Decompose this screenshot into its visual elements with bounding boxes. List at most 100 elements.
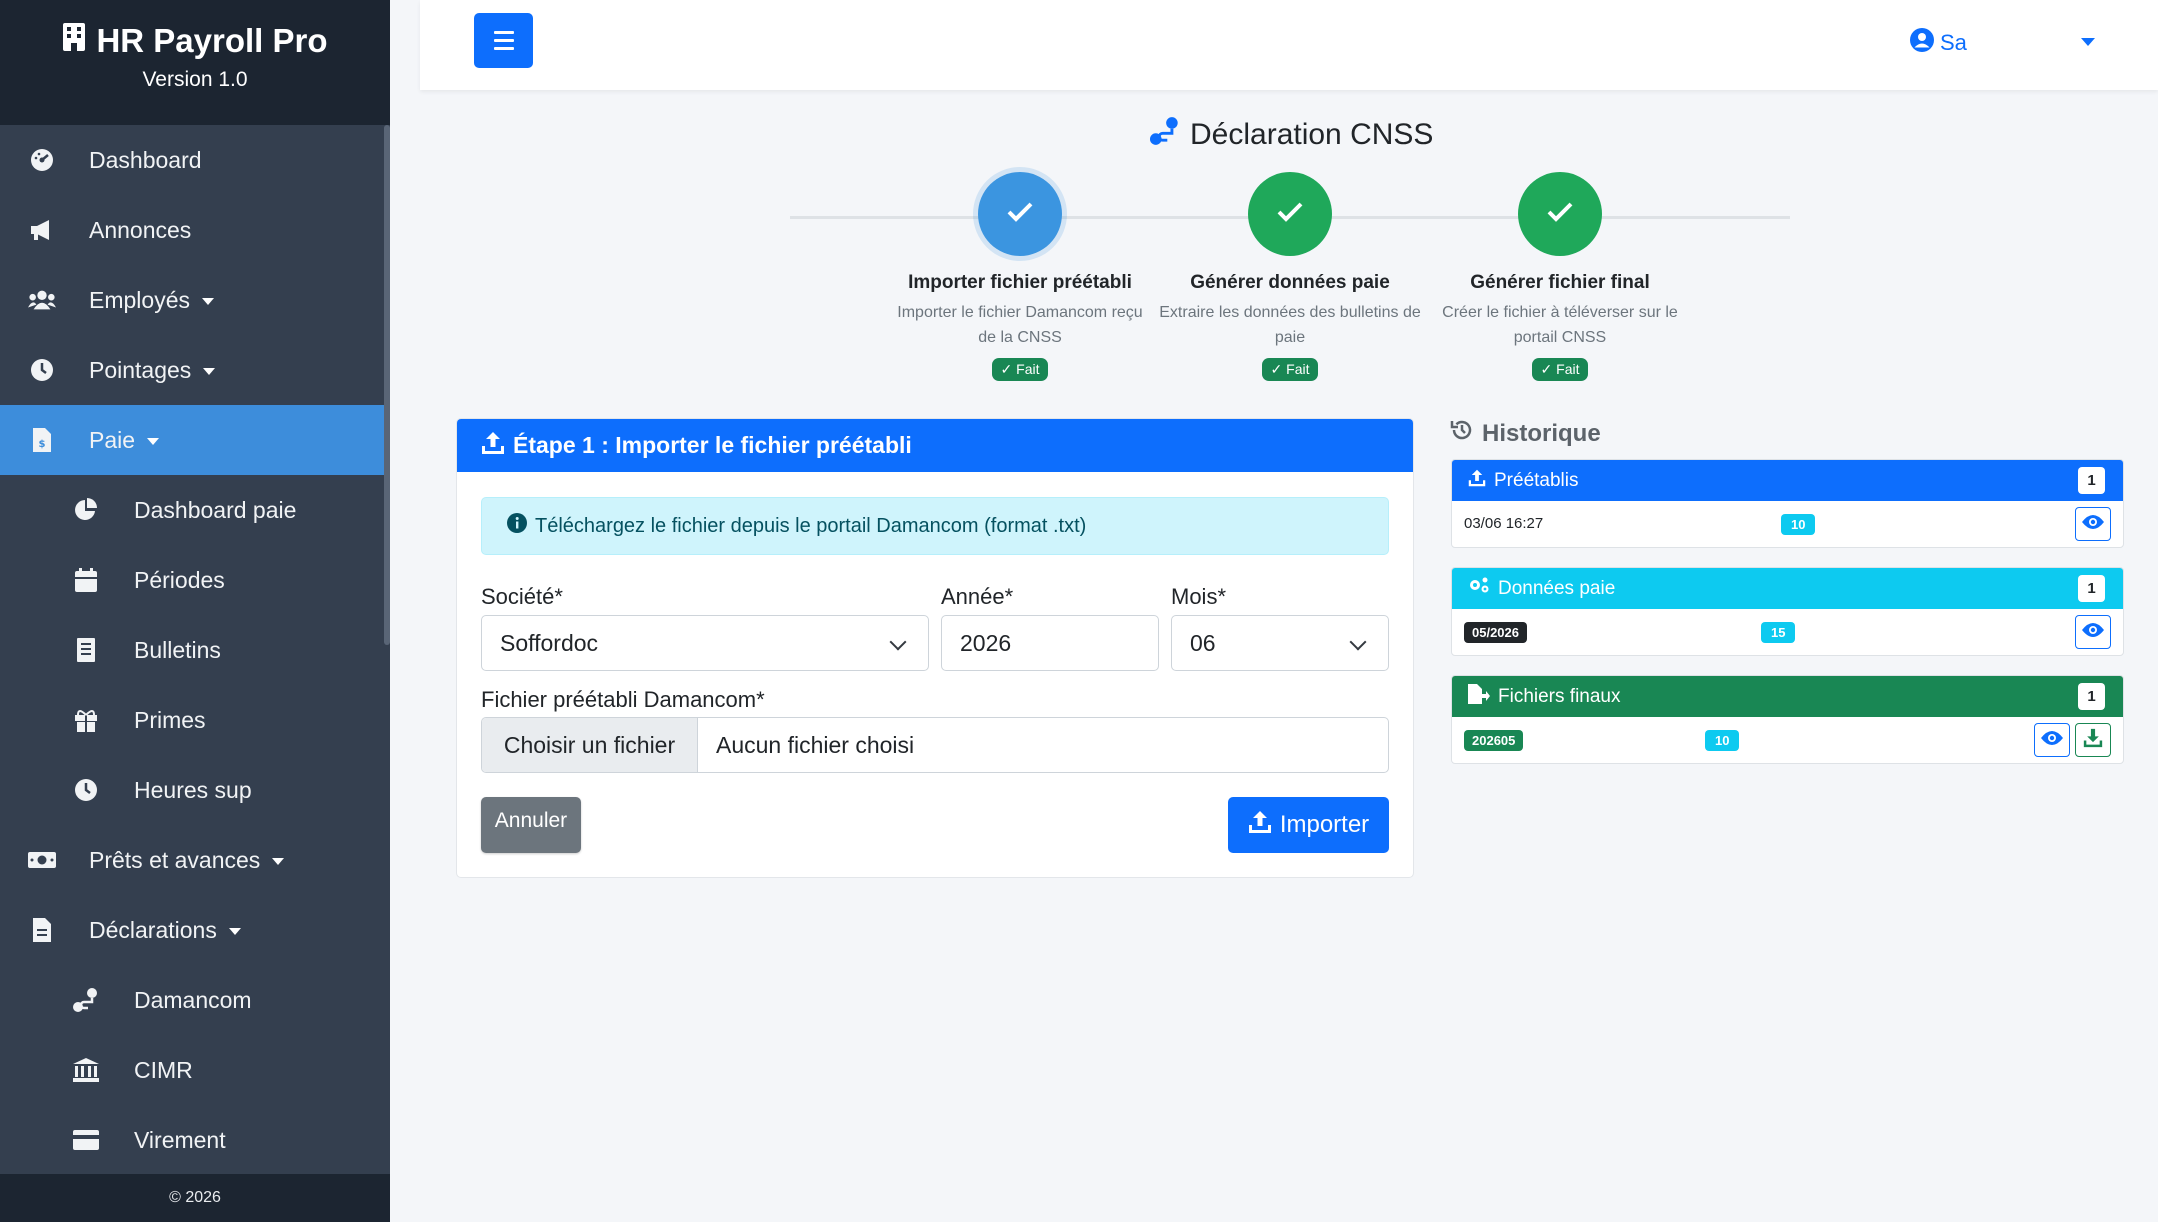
receipt-icon <box>72 636 100 664</box>
choose-file-button[interactable]: Choisir un fichier <box>482 718 698 772</box>
step-3: Générer fichier final Créer le fichier à… <box>1425 172 1695 381</box>
eye-icon <box>2081 514 2105 534</box>
megaphone-icon <box>28 216 56 244</box>
file-export-icon <box>1468 683 1490 710</box>
page-title: Déclaration CNSS <box>1190 118 1434 151</box>
list-item: 202605 10 <box>1452 717 2123 763</box>
step-1: Importer fichier préétabli Importer le f… <box>885 172 1155 381</box>
chevron-down-icon <box>147 437 160 445</box>
check-icon <box>1276 201 1304 228</box>
step-desc-line: portail CNSS <box>1513 329 1607 346</box>
step-title: Générer fichier final <box>1470 272 1650 293</box>
sidebar-item-periodes[interactable]: Périodes <box>0 545 384 615</box>
history-title-row: Historique <box>1450 418 1601 449</box>
status-badge: ✓ Fait <box>991 358 1049 381</box>
page-title-row: Déclaration CNSS <box>1150 116 1433 154</box>
status-badge: ✓ Fait <box>1531 358 1589 381</box>
view-button[interactable] <box>2034 723 2070 757</box>
step-desc-line: Importer le fichier Damancom reçu <box>897 304 1143 321</box>
user-circle-icon <box>1910 28 1934 58</box>
history-fichiers-finaux: Fichiers finaux 1 202605 10 <box>1451 675 2124 764</box>
sidebar-item-label: Déclarations <box>89 916 217 943</box>
sidebar-item-declarations[interactable]: Déclarations <box>0 895 384 965</box>
menu-toggle-button[interactable] <box>474 13 533 68</box>
view-button[interactable] <box>2075 507 2111 541</box>
mois-select[interactable]: 06 <box>1171 615 1389 671</box>
sidebar-item-primes[interactable]: Primes <box>0 685 384 755</box>
sidebar: HR Payroll Pro Version 1.0 Dashboard Ann… <box>0 0 390 1222</box>
sidebar-item-label: Annonces <box>89 216 192 243</box>
card-icon <box>72 1126 100 1154</box>
step-desc-line: Extraire les données des bulletins de <box>1159 304 1421 321</box>
annee-input[interactable]: 2026 <box>941 615 1159 671</box>
dashboard-icon <box>28 146 56 174</box>
history-box-title: Préétablis <box>1494 469 1579 491</box>
view-button[interactable] <box>2075 615 2111 649</box>
chevron-down-icon[interactable] <box>2081 38 2095 46</box>
import-label: Importer <box>1279 811 1370 838</box>
step-description: Importer le fichier Damancom reçu de la C… <box>885 300 1155 350</box>
step-circle <box>1248 172 1332 256</box>
sidebar-item-dashboard[interactable]: Dashboard <box>0 125 384 195</box>
gift-icon <box>72 706 100 734</box>
topbar: Sa <box>420 0 2158 90</box>
sidebar-item-paie[interactable]: $ Paie <box>0 405 384 475</box>
chevron-down-icon <box>1349 633 1367 651</box>
status-badge: ✓ Fait <box>1261 358 1319 381</box>
file-name: Aucun fichier choisi <box>716 731 915 758</box>
history-date: 03/06 16:27 <box>1464 515 1544 532</box>
sidebar-item-employes[interactable]: Employés <box>0 265 384 335</box>
file-input[interactable]: Choisir un fichier Aucun fichier choisi <box>481 717 1389 773</box>
sidebar-item-label-wrap: Paie <box>89 427 160 454</box>
history-title: Historique <box>1482 419 1601 447</box>
sidebar-item-damancom[interactable]: Damancom <box>0 965 384 1035</box>
sidebar-item-label: Virement <box>134 1126 226 1153</box>
sidebar-item-label: Bulletins <box>134 636 221 663</box>
sidebar-item-label: Employés <box>89 286 190 313</box>
chevron-down-icon <box>272 857 285 865</box>
gears-icon <box>1468 577 1490 601</box>
step-description: Extraire les données des bulletins de pai… <box>1155 300 1425 350</box>
step-2: Générer données paie Extraire les donnée… <box>1155 172 1425 381</box>
card-header: Étape 1 : Importer le fichier préétabli <box>457 419 1413 472</box>
societe-label: Société* <box>481 584 563 609</box>
sidebar-item-prets[interactable]: Prêts et avances <box>0 825 384 895</box>
info-icon <box>507 513 527 539</box>
sidebar-item-cimr[interactable]: CIMR <box>0 1035 384 1105</box>
chevron-down-icon <box>201 297 214 305</box>
download-button[interactable] <box>2075 723 2111 757</box>
annee-label: Année* <box>941 584 1014 609</box>
history-box-title: Fichiers finaux <box>1498 685 1621 707</box>
sidebar-item-bulletins[interactable]: Bulletins <box>0 615 384 685</box>
sidebar-item-label: Heures sup <box>134 776 252 803</box>
societe-select[interactable]: Soffordoc <box>481 615 929 671</box>
sidebar-item-label-wrap: Prêts et avances <box>89 847 285 874</box>
sidebar-item-dashboard-paie[interactable]: Dashboard paie <box>0 475 384 545</box>
sidebar-item-label: Dashboard <box>89 146 202 173</box>
import-button[interactable]: Importer <box>1228 797 1389 853</box>
menu-bar <box>493 31 514 34</box>
sidebar-item-virement[interactable]: Virement <box>0 1105 384 1174</box>
list-item: 03/06 16:27 10 <box>1452 501 2123 547</box>
step-title: Générer données paie <box>1190 272 1390 293</box>
file-icon <box>28 916 56 944</box>
sidebar-item-label-wrap: Déclarations <box>89 917 241 944</box>
history-box-title: Données paie <box>1498 577 1616 599</box>
step-desc-line: Créer le fichier à téléverser sur le <box>1442 304 1678 321</box>
sidebar-item-label: Dashboard paie <box>134 496 297 523</box>
pie-chart-icon <box>72 496 100 524</box>
sidebar-item-pointages[interactable]: Pointages <box>0 335 384 405</box>
sidebar-scrollbar[interactable] <box>384 125 390 645</box>
sidebar-item-label: Primes <box>134 706 206 733</box>
menu-bar <box>493 47 514 50</box>
check-icon <box>1006 201 1034 228</box>
history-header: Préétablis 1 <box>1452 460 2123 501</box>
step-desc-line: de la CNSS <box>978 329 1062 346</box>
building-icon <box>62 22 86 60</box>
cancel-button[interactable]: Annuler <box>481 797 581 853</box>
user-menu[interactable]: Sa <box>1910 28 1967 58</box>
sidebar-item-annonces[interactable]: Annonces <box>0 195 384 265</box>
sidebar-item-heures-sup[interactable]: Heures sup <box>0 755 384 825</box>
step-desc-line: paie <box>1274 329 1306 346</box>
mois-label: Mois* <box>1171 584 1227 609</box>
